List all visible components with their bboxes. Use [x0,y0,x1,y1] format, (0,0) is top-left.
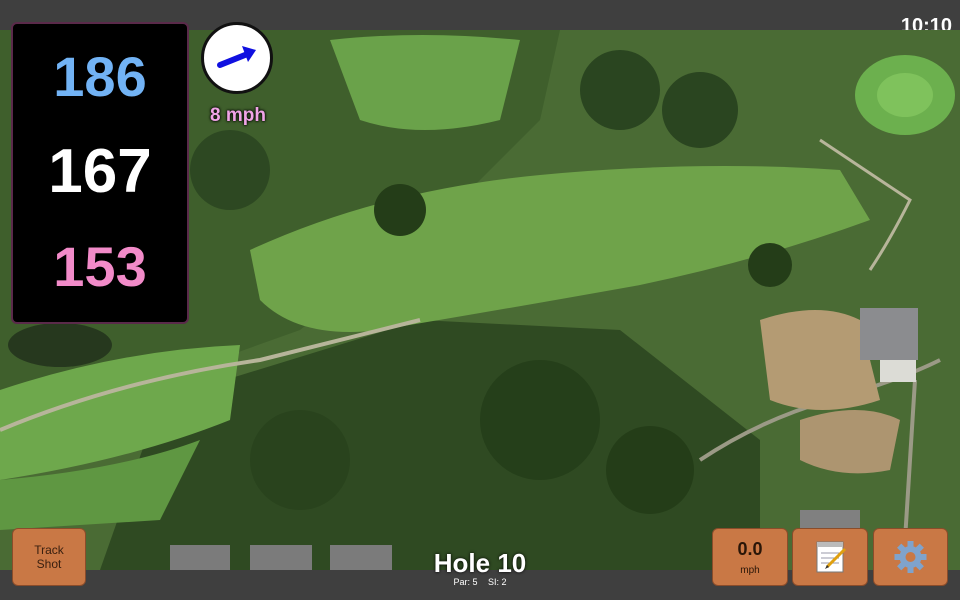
speed-unit: mph [740,565,760,576]
speed-button[interactable]: 0.0 mph [712,528,788,586]
settings-button[interactable] [873,528,948,586]
track-shot-label-1: Track [34,543,64,557]
hole-si: SI: 2 [488,577,507,587]
notes-button[interactable] [792,528,868,586]
front-yardage: 153 [53,235,147,298]
hole-title: Hole 10 [433,548,527,578]
notepad-icon [816,541,847,573]
track-shot-label-2: Shot [36,557,62,571]
hole-par: Par: 5 [453,577,478,587]
middle-yardage: 167 [48,137,152,206]
gear-icon [894,541,927,573]
back-yardage: 186 [53,45,147,108]
wind-speed: 8 mph [210,105,266,126]
arrow-icon [217,46,256,68]
yardage-panel: 186 167 153 [11,22,189,324]
wind-direction-dial [201,22,273,94]
speed-value: 0.0 [737,539,763,559]
track-shot-button[interactable]: Track Shot [12,528,86,586]
hole-info: Par: 5 SI: 2 [380,577,580,587]
